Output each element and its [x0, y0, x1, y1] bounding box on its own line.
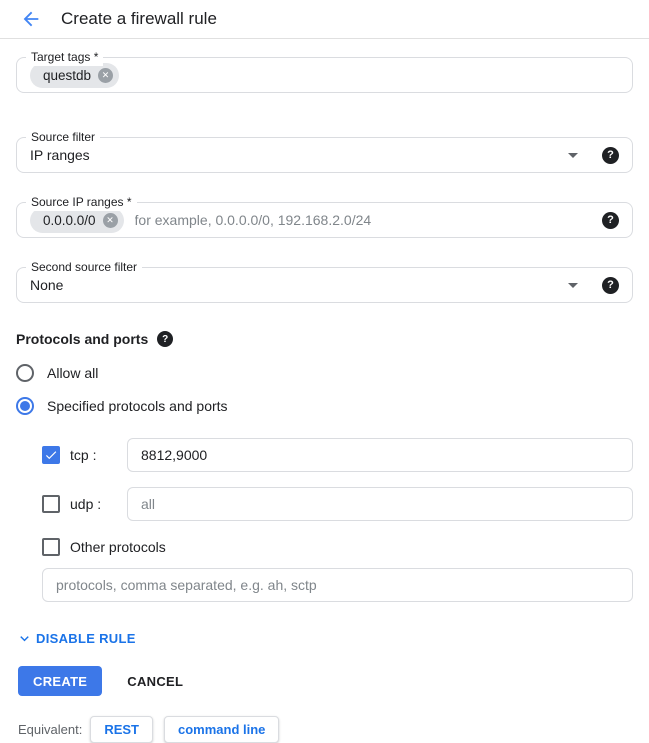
other-protocols-row: Other protocols	[42, 538, 633, 556]
source-filter-value: IP ranges	[30, 147, 568, 163]
radio-icon[interactable]	[16, 364, 34, 382]
target-tag-chip: questdb	[30, 63, 119, 88]
second-source-filter-help-icon[interactable]	[602, 277, 619, 294]
target-tags-label: Target tags *	[26, 49, 103, 66]
equivalent-row: Equivalent: REST command line	[16, 716, 633, 743]
source-ip-ranges-input[interactable]	[124, 212, 602, 228]
chip-remove-icon[interactable]	[103, 213, 118, 228]
equivalent-rest-button[interactable]: REST	[90, 716, 153, 743]
udp-row: udp :	[42, 487, 633, 521]
tcp-ports-input[interactable]	[127, 438, 633, 472]
cancel-button[interactable]: CANCEL	[127, 674, 183, 689]
second-source-filter-select[interactable]: Second source filter None	[16, 267, 633, 303]
other-protocols-label: Other protocols	[70, 539, 166, 555]
radio-label: Allow all	[47, 365, 98, 381]
udp-checkbox[interactable]	[42, 495, 60, 513]
dropdown-arrow-icon	[568, 283, 578, 288]
source-ip-ranges-field[interactable]: Source IP ranges * 0.0.0.0/0	[16, 202, 633, 238]
protocols-ports-section-heading: Protocols and ports	[16, 331, 633, 347]
other-protocols-checkbox[interactable]	[42, 538, 60, 556]
equivalent-label: Equivalent:	[18, 722, 82, 737]
create-button[interactable]: CREATE	[18, 666, 102, 696]
source-filter-select[interactable]: Source filter IP ranges	[16, 137, 633, 173]
firewall-rule-form: Target tags * questdb Source filter IP r…	[0, 39, 649, 743]
chip-remove-icon[interactable]	[98, 68, 113, 83]
radio-option-allow-all[interactable]: Allow all	[16, 364, 633, 382]
form-actions: CREATE CANCEL	[16, 666, 633, 696]
checkmark-icon	[44, 448, 58, 462]
tcp-checkbox[interactable]	[42, 446, 60, 464]
protocols-ports-heading: Protocols and ports	[16, 331, 148, 347]
second-source-filter-label: Second source filter	[26, 259, 142, 276]
source-filter-help-icon[interactable]	[602, 147, 619, 164]
source-ip-ranges-label: Source IP ranges *	[26, 194, 137, 211]
disable-rule-label: DISABLE RULE	[36, 631, 136, 646]
tcp-row: tcp :	[42, 438, 633, 472]
tcp-label: tcp :	[70, 447, 127, 463]
target-tags-field[interactable]: Target tags * questdb	[16, 57, 633, 93]
udp-ports-input[interactable]	[127, 487, 633, 521]
other-protocols-input[interactable]	[42, 568, 633, 602]
arrow-back-icon	[20, 8, 42, 30]
chevron-down-icon	[16, 630, 33, 647]
page-header: Create a firewall rule	[0, 0, 649, 39]
page-title: Create a firewall rule	[61, 9, 217, 29]
radio-label: Specified protocols and ports	[47, 398, 228, 414]
source-ip-chip: 0.0.0.0/0	[30, 208, 124, 233]
radio-option-specified[interactable]: Specified protocols and ports	[16, 397, 633, 415]
chip-label: questdb	[43, 68, 91, 83]
second-source-filter-value: None	[30, 277, 568, 293]
source-ip-ranges-help-icon[interactable]	[602, 212, 619, 229]
disable-rule-expander[interactable]: DISABLE RULE	[16, 630, 633, 647]
source-filter-label: Source filter	[26, 129, 100, 146]
specified-protocols-group: tcp : udp : Other protocols	[42, 438, 633, 630]
chip-label: 0.0.0.0/0	[43, 213, 96, 228]
dropdown-arrow-icon	[568, 153, 578, 158]
protocols-ports-help-icon[interactable]	[157, 331, 173, 347]
radio-icon[interactable]	[16, 397, 34, 415]
back-button[interactable]	[20, 8, 42, 30]
udp-label: udp :	[70, 496, 127, 512]
equivalent-command-line-button[interactable]: command line	[164, 716, 279, 743]
